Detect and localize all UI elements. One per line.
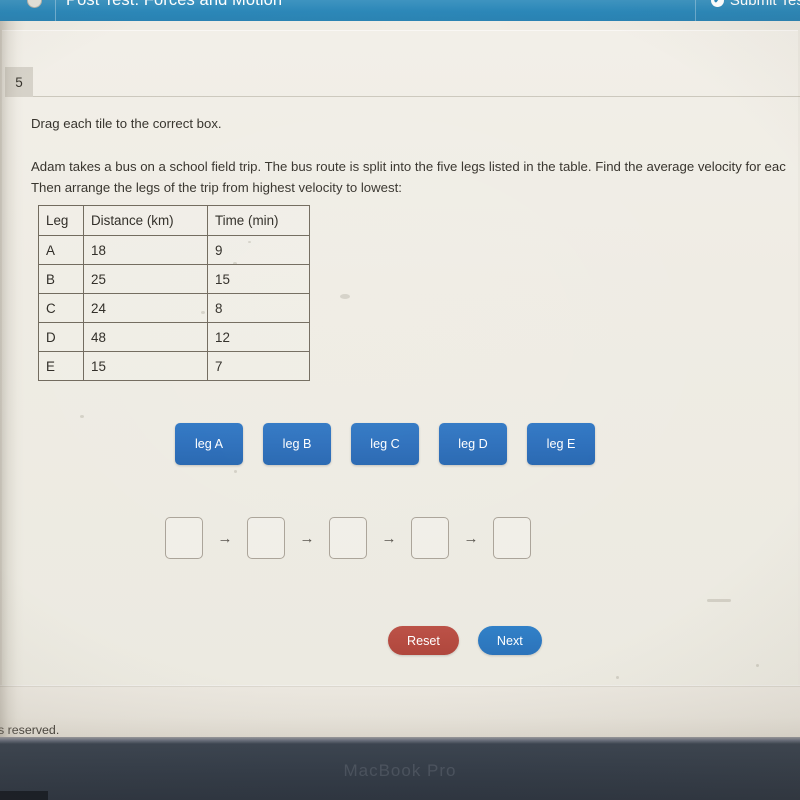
prompt-line-1: Adam takes a bus on a school field trip.…: [31, 159, 786, 174]
device-brand-label: MacBook Pro: [343, 761, 457, 780]
drop-zone-4[interactable]: [411, 517, 449, 559]
bezel-corner: [0, 791, 48, 800]
arrow-right-icon: →: [381, 529, 397, 547]
cell-leg: C: [38, 293, 84, 323]
check-circle-icon: ✔: [710, 0, 724, 7]
drop-zone-5[interactable]: [493, 517, 531, 559]
laptop-bezel: MacBook Pro: [0, 737, 800, 800]
table-row: C 24 8: [38, 293, 310, 323]
table-row: B 25 15: [38, 264, 310, 294]
cell-leg: D: [38, 322, 84, 352]
cell-leg: B: [38, 264, 84, 294]
tile-leg-e[interactable]: leg E: [527, 423, 595, 465]
next-button[interactable]: Next: [477, 626, 542, 655]
header-divider-left: [55, 0, 56, 21]
drop-zone-2[interactable]: [247, 517, 285, 559]
cell-time: 9: [207, 235, 310, 265]
copyright-text: ights reserved.: [0, 723, 60, 737]
cell-distance: 48: [83, 322, 208, 352]
tile-leg-a[interactable]: leg A: [175, 423, 243, 465]
table-row: E 15 7: [38, 351, 310, 381]
page-footer: ights reserved.: [0, 687, 800, 737]
submit-test-label: Submit Test: [729, 0, 800, 9]
cell-distance: 15: [83, 351, 208, 381]
prompt-line-2: Then arrange the legs of the trip from h…: [31, 180, 402, 195]
cell-leg: A: [38, 235, 84, 265]
drop-zone-row: → → → →: [165, 517, 531, 559]
cell-time: 8: [207, 293, 310, 323]
column-header-distance: Distance (km): [83, 205, 208, 236]
cell-distance: 24: [83, 293, 208, 323]
cell-distance: 25: [83, 264, 208, 294]
page-title: Post Test: Forces and Motion: [66, 0, 283, 9]
column-header-leg: Leg: [38, 205, 84, 236]
column-header-time: Time (min): [207, 205, 310, 236]
tile-leg-b[interactable]: leg B: [263, 423, 331, 465]
action-buttons: Reset Next: [388, 626, 542, 655]
tile-leg-d[interactable]: leg D: [439, 423, 507, 465]
instruction-text: Drag each tile to the correct box.: [31, 116, 222, 131]
table-row: D 48 12: [38, 322, 310, 352]
cell-distance: 18: [83, 235, 208, 265]
question-prompt: Adam takes a bus on a school field trip.…: [31, 156, 800, 198]
cell-time: 15: [207, 264, 310, 294]
drop-zone-1[interactable]: [165, 517, 203, 559]
arrow-right-icon: →: [463, 529, 479, 547]
header-divider-right: [695, 0, 696, 21]
app-header: Post Test: Forces and Motion ✔ Submit Te…: [0, 0, 800, 21]
table-row: A 18 9: [38, 235, 310, 265]
reset-button[interactable]: Reset: [388, 626, 459, 655]
cell-leg: E: [38, 351, 84, 381]
draggable-tiles: leg A leg B leg C leg D leg E: [175, 423, 595, 465]
leg-data-table: Leg Distance (km) Time (min) A 18 9 B 25…: [38, 205, 310, 381]
table-header-row: Leg Distance (km) Time (min): [38, 205, 310, 236]
arrow-right-icon: →: [217, 529, 233, 547]
cell-time: 7: [207, 351, 310, 381]
tile-leg-c[interactable]: leg C: [351, 423, 419, 465]
laptop-screen: Post Test: Forces and Motion ✔ Submit Te…: [0, 0, 800, 737]
submit-test-button[interactable]: ✔ Submit Test: [710, 0, 800, 9]
drop-zone-3[interactable]: [329, 517, 367, 559]
page-body: 5 Drag each tile to the correct box. Ada…: [0, 21, 800, 737]
arrow-right-icon: →: [299, 529, 315, 547]
question-divider: [33, 96, 800, 97]
photo-of-screen: Post Test: Forces and Motion ✔ Submit Te…: [0, 0, 800, 800]
question-number-badge: 5: [5, 67, 33, 97]
cell-time: 12: [207, 322, 310, 352]
app-logo-icon[interactable]: [27, 0, 42, 8]
